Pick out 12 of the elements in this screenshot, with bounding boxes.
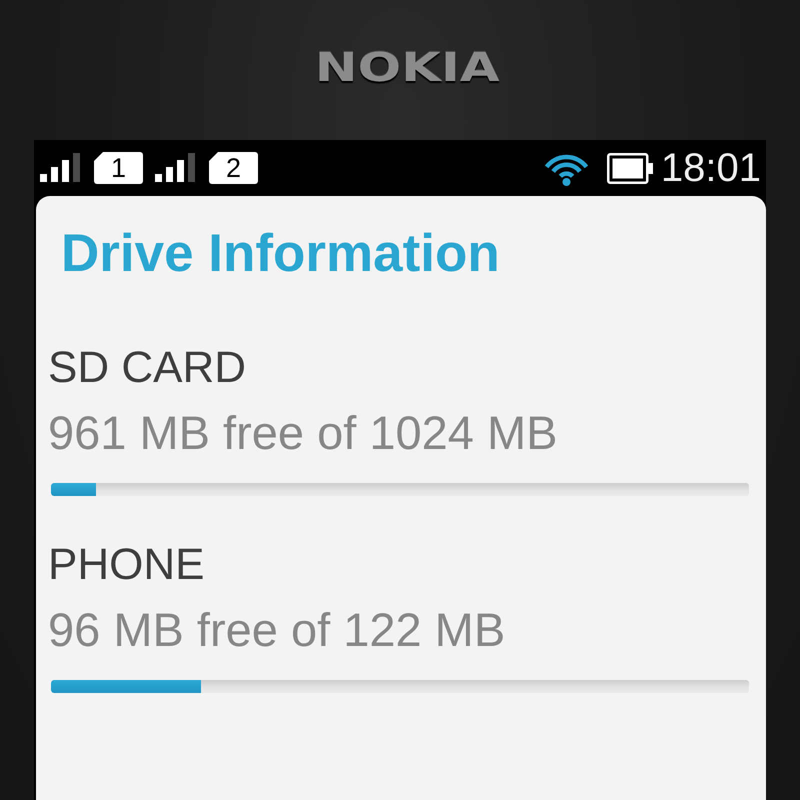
drive-name: PHONE [48, 539, 206, 591]
sim-badge: 2 [209, 152, 258, 184]
page-title: Drive Information [61, 224, 501, 284]
signal-icon [155, 152, 197, 182]
signal-icon [40, 152, 82, 182]
drive-space-text: 961 MB free of 1024 MB [48, 406, 558, 460]
clock-time: 18:01 [660, 146, 761, 190]
battery-icon [606, 152, 653, 184]
drive-name: SD CARD [48, 342, 248, 394]
sim-badge: 1 [94, 152, 143, 184]
brand-logo: NOKIA [314, 48, 500, 88]
drive-space-text: 96 MB free of 122 MB [48, 603, 506, 657]
